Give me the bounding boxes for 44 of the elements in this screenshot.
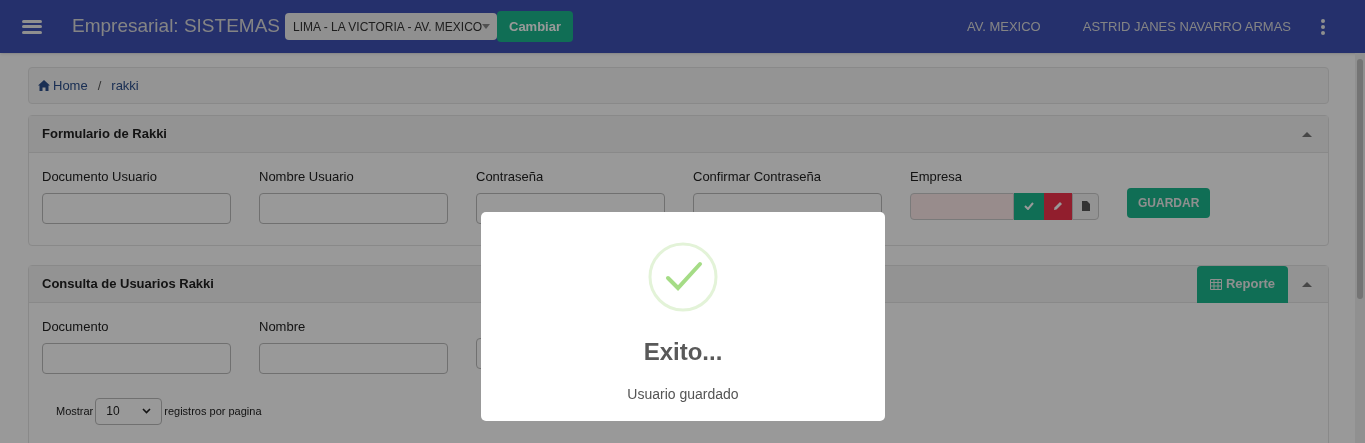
field-label: Empresa — [910, 168, 964, 186]
field-label: Contraseña — [476, 168, 545, 186]
app-title: Empresarial: SISTEMAS — [72, 14, 280, 39]
scrollbar[interactable] — [1355, 53, 1365, 443]
field-label: Nombre Usuario — [259, 168, 355, 186]
save-button[interactable]: GUARDAR — [1127, 188, 1211, 218]
menu-icon[interactable] — [22, 18, 42, 35]
input-field[interactable] — [259, 192, 448, 224]
panel-title: Formulario de Rakki — [42, 125, 167, 144]
change-button[interactable]: Cambiar — [497, 11, 574, 42]
document-icon — [1081, 201, 1090, 211]
home-link[interactable]: Home — [38, 75, 88, 96]
edit-button[interactable] — [1044, 192, 1072, 220]
field-label: Documento — [42, 318, 110, 336]
report-button[interactable]: Reporte — [1196, 265, 1288, 303]
field-label: Nombre — [259, 318, 307, 336]
more-icon[interactable] — [1321, 18, 1325, 35]
chevron-down-icon — [142, 408, 152, 414]
location-label[interactable]: AV. MEXICO — [967, 16, 1041, 37]
field-label: Documento Usuario — [42, 168, 158, 186]
collapse-icon[interactable] — [1302, 281, 1312, 287]
dialog-message: Usuario guardado — [627, 385, 739, 404]
new-button[interactable] — [1072, 192, 1099, 220]
records-per-page-label: registros por pagina — [164, 403, 262, 419]
user-name[interactable]: ASTRID JANES NAVARRO ARMAS — [1082, 16, 1291, 37]
table-icon — [1209, 278, 1222, 290]
show-label: Mostrar — [56, 403, 94, 419]
confirm-button[interactable] — [1014, 192, 1044, 220]
collapse-icon[interactable] — [1302, 131, 1312, 137]
pencil-icon — [1053, 201, 1063, 211]
page-size-select[interactable]: 10 — [95, 397, 163, 425]
company-field[interactable] — [910, 192, 1014, 220]
breadcrumb-link[interactable]: rakki — [111, 75, 139, 96]
panel-title: Consulta de Usuarios Rakki — [42, 275, 214, 294]
field-label: Confirmar Contraseña — [693, 168, 822, 186]
input-field[interactable] — [42, 192, 231, 224]
dialog-title: Exito... — [643, 337, 723, 367]
branch-select[interactable]: LIMA - LA VICTORIA - AV. MEXICO — [285, 13, 497, 40]
breadcrumb-separator: / — [97, 76, 102, 95]
check-icon — [1024, 202, 1034, 210]
success-check-icon — [648, 242, 718, 312]
home-icon — [38, 80, 50, 91]
input-field[interactable] — [42, 342, 231, 374]
input-field[interactable] — [259, 342, 448, 374]
